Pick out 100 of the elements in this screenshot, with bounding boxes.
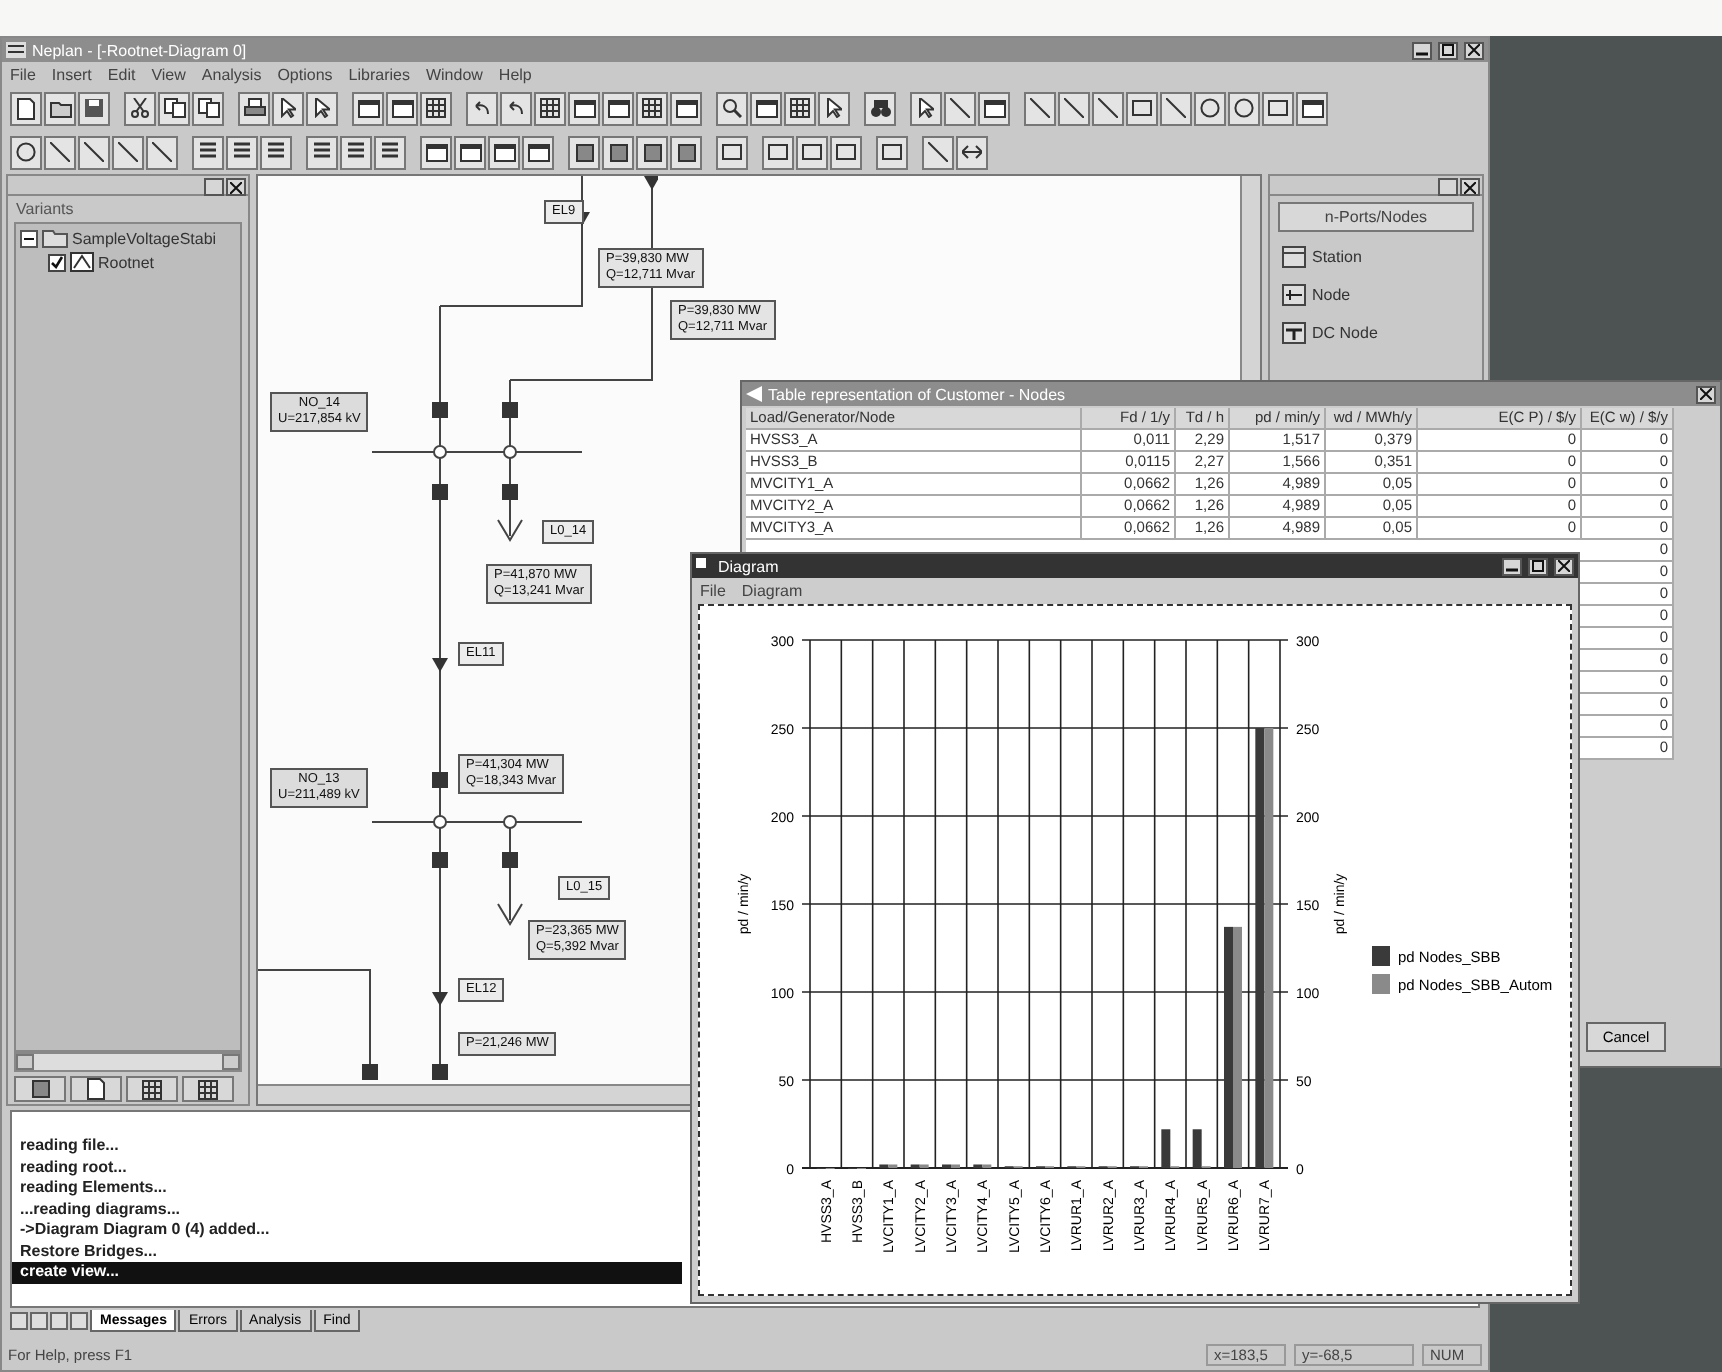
panel-header[interactable]: n-Ports/Nodes: [1278, 202, 1474, 232]
close-button[interactable]: [226, 178, 246, 196]
toolbar-button[interactable]: [272, 91, 304, 125]
toolbar-button[interactable]: [306, 91, 338, 125]
toolbar-button[interactable]: [568, 91, 600, 125]
toolbar-button[interactable]: [922, 135, 954, 169]
maximize-button[interactable]: [1438, 41, 1458, 59]
toolbar-button[interactable]: [534, 91, 566, 125]
message-line[interactable]: reading file...: [12, 1136, 682, 1157]
toolbar-button[interactable]: [454, 135, 486, 169]
toolbar-button[interactable]: [670, 91, 702, 125]
message-line[interactable]: Restore Bridges...: [12, 1241, 682, 1262]
menu-item[interactable]: Analysis: [201, 65, 262, 83]
toolbar-button[interactable]: [910, 91, 942, 125]
checkbox[interactable]: [48, 253, 66, 271]
toolbar-button[interactable]: [602, 91, 634, 125]
panel-tab[interactable]: [126, 1076, 178, 1102]
toolbar-button[interactable]: [568, 135, 600, 169]
toolbar-button[interactable]: [238, 91, 270, 125]
toolbar-button[interactable]: [670, 135, 702, 169]
panel-tab[interactable]: [14, 1076, 66, 1102]
menu-item[interactable]: Options: [277, 65, 333, 83]
menu-item[interactable]: File: [700, 581, 726, 599]
toolbar-button[interactable]: [750, 91, 782, 125]
toolbar-button[interactable]: [522, 135, 554, 169]
message-line[interactable]: reading Elements...: [12, 1178, 682, 1199]
toolbar-button[interactable]: [784, 91, 816, 125]
message-line[interactable]: reading root...: [12, 1157, 682, 1178]
toolbar-button[interactable]: [636, 135, 668, 169]
toolbar-button[interactable]: [260, 135, 292, 169]
toolbar-button[interactable]: [146, 135, 178, 169]
menu-item[interactable]: Insert: [51, 65, 92, 83]
toolbar-button[interactable]: [488, 135, 520, 169]
close-button[interactable]: [1554, 557, 1574, 575]
toolbar-button[interactable]: [44, 91, 76, 125]
palette-item[interactable]: DC Node: [1312, 324, 1378, 342]
toolbar-button[interactable]: [1228, 91, 1260, 125]
menu-item[interactable]: Libraries: [348, 65, 410, 83]
toolbar-button[interactable]: [956, 135, 988, 169]
menu-item[interactable]: View: [151, 65, 186, 83]
toolbar-button[interactable]: [716, 91, 748, 125]
toolbar-button[interactable]: [10, 91, 42, 125]
toolbar-button[interactable]: [226, 135, 258, 169]
message-line[interactable]: ...reading diagrams...: [12, 1199, 682, 1220]
toolbar-button[interactable]: [10, 135, 42, 169]
toolbar-button[interactable]: [420, 135, 452, 169]
toolbar-button[interactable]: [876, 135, 908, 169]
message-line[interactable]: ->Diagram Diagram 0 (4) added...: [12, 1220, 682, 1241]
collapse-icon[interactable]: [20, 229, 38, 247]
toolbar-button[interactable]: [864, 91, 896, 125]
toolbar-button[interactable]: [1296, 91, 1328, 125]
menu-item[interactable]: Edit: [107, 65, 136, 83]
palette-item[interactable]: Node: [1312, 286, 1351, 304]
menu-item[interactable]: Help: [498, 65, 532, 83]
toolbar-button[interactable]: [1160, 91, 1192, 125]
toolbar-button[interactable]: [1058, 91, 1090, 125]
panel-tab[interactable]: [182, 1076, 234, 1102]
toolbar-button[interactable]: [466, 91, 498, 125]
toolbar-button[interactable]: [636, 91, 668, 125]
toolbar-button[interactable]: [1092, 91, 1124, 125]
close-button[interactable]: [1696, 385, 1716, 403]
toolbar-button[interactable]: [78, 135, 110, 169]
toolbar-button[interactable]: [1126, 91, 1158, 125]
menu-item[interactable]: File: [10, 65, 36, 83]
toolbar-button[interactable]: [374, 135, 406, 169]
toolbar-button[interactable]: [1194, 91, 1226, 125]
toolbar-button[interactable]: [386, 91, 418, 125]
toolbar-button[interactable]: [796, 135, 828, 169]
toolbar-button[interactable]: [1262, 91, 1294, 125]
toolbar-button[interactable]: [978, 91, 1010, 125]
toolbar-button[interactable]: [500, 91, 532, 125]
toolbar-button[interactable]: [716, 135, 748, 169]
tree-item[interactable]: Rootnet: [98, 253, 155, 271]
minimize-button[interactable]: [1502, 557, 1522, 575]
tree-item[interactable]: SampleVoltageStabi: [72, 229, 217, 247]
toolbar-button[interactable]: [420, 91, 452, 125]
toolbar-button[interactable]: [306, 135, 338, 169]
toolbar-button[interactable]: [1024, 91, 1056, 125]
maximize-button[interactable]: [1528, 557, 1548, 575]
toolbar-button[interactable]: [830, 135, 862, 169]
toolbar-button[interactable]: [192, 91, 224, 125]
scrollbar[interactable]: [14, 1052, 242, 1072]
toolbar-button[interactable]: [944, 91, 976, 125]
toolbar-button[interactable]: [762, 135, 794, 169]
toolbar-button[interactable]: [112, 135, 144, 169]
menu-item[interactable]: Diagram: [741, 581, 803, 599]
toolbar-button[interactable]: [78, 91, 110, 125]
toolbar-button[interactable]: [818, 91, 850, 125]
palette-item[interactable]: Station: [1312, 248, 1362, 266]
toolbar-button[interactable]: [352, 91, 384, 125]
toolbar-button[interactable]: [158, 91, 190, 125]
menu-item[interactable]: Window: [425, 65, 483, 83]
panel-tab[interactable]: [70, 1076, 122, 1102]
toolbar-button[interactable]: [124, 91, 156, 125]
minimize-button[interactable]: [1412, 41, 1432, 59]
toolbar-button[interactable]: [340, 135, 372, 169]
close-button[interactable]: [1464, 41, 1484, 59]
close-button[interactable]: [1460, 178, 1480, 196]
toolbar-button[interactable]: [192, 135, 224, 169]
toolbar-button[interactable]: [44, 135, 76, 169]
